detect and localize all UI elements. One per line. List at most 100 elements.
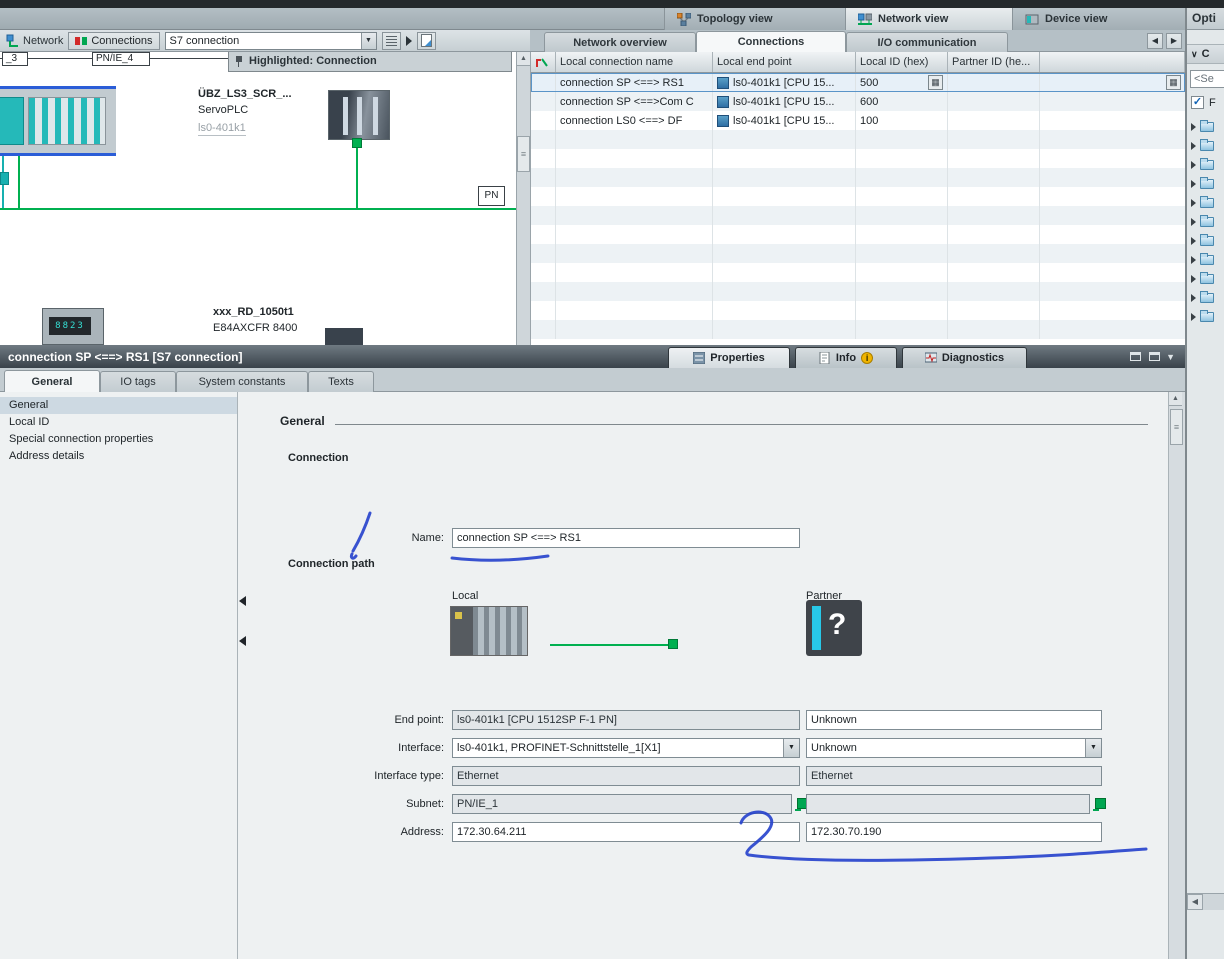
cell-picker-button[interactable]: ▦ bbox=[1166, 75, 1181, 90]
diagram-vertical-scrollbar[interactable]: ▲ ≡ bbox=[516, 52, 531, 345]
tab-topology-view[interactable]: Topology view bbox=[664, 8, 845, 30]
empty-row[interactable] bbox=[531, 225, 1185, 244]
catalog-folder-item[interactable] bbox=[1187, 250, 1224, 269]
empty-row[interactable] bbox=[531, 320, 1185, 339]
tab-io-communication[interactable]: I/O communication bbox=[846, 32, 1008, 52]
connection-row[interactable]: connection SP <==> RS1ls0-401k1 [CPU 15.… bbox=[531, 73, 1185, 92]
empty-row[interactable] bbox=[531, 244, 1185, 263]
subtab-system-constants[interactable]: System constants bbox=[176, 371, 308, 392]
local-address-input[interactable] bbox=[452, 822, 800, 842]
expand-arrow-icon[interactable] bbox=[1191, 123, 1196, 131]
pn-subnet-label[interactable]: PN bbox=[478, 186, 505, 206]
catalog-folder-item[interactable] bbox=[1187, 155, 1224, 174]
empty-row[interactable] bbox=[531, 206, 1185, 225]
subnet-label[interactable]: _3 bbox=[2, 52, 28, 66]
highlighted-connection-banner[interactable]: Highlighted: Connection bbox=[228, 52, 512, 72]
filter-checkbox[interactable]: ✓ bbox=[1191, 96, 1204, 109]
chevron-down-icon[interactable]: ▼ bbox=[361, 33, 376, 49]
device-name[interactable]: ÜBZ_LS3_SCR_... bbox=[198, 88, 292, 100]
tab-info[interactable]: Info i bbox=[795, 347, 897, 368]
subnet-label[interactable]: PN/IE_4 bbox=[92, 52, 150, 66]
partner-address-input[interactable] bbox=[806, 822, 1102, 842]
scroll-up-icon[interactable]: ▲ bbox=[1169, 392, 1182, 406]
catalog-folder-item[interactable] bbox=[1187, 117, 1224, 136]
connection-row[interactable]: connection SP <==>Com Cls0-401k1 [CPU 15… bbox=[531, 92, 1185, 111]
expand-arrow-icon[interactable] bbox=[1191, 275, 1196, 283]
catalog-folder-item[interactable] bbox=[1187, 136, 1224, 155]
empty-row[interactable] bbox=[531, 168, 1185, 187]
save-window-settings-button[interactable] bbox=[417, 32, 436, 50]
catalog-folder-item[interactable] bbox=[1187, 212, 1224, 231]
panel-menu-icon[interactable]: ▼ bbox=[1166, 352, 1175, 362]
expand-arrow-icon[interactable] bbox=[1191, 161, 1196, 169]
servo-plc-image[interactable] bbox=[328, 90, 390, 140]
column-header[interactable]: Partner ID (he... bbox=[948, 52, 1040, 72]
empty-row[interactable] bbox=[531, 187, 1185, 206]
scroll-left-icon[interactable]: ◀ bbox=[1187, 894, 1203, 910]
expand-arrow-icon[interactable] bbox=[1191, 313, 1196, 321]
empty-row[interactable] bbox=[531, 149, 1185, 168]
expand-arrow-icon[interactable] bbox=[1191, 218, 1196, 226]
subtab-texts[interactable]: Texts bbox=[308, 371, 374, 392]
catalog-folder-item[interactable] bbox=[1187, 307, 1224, 326]
expand-arrow-icon[interactable] bbox=[1191, 237, 1196, 245]
catalog-folder-item[interactable] bbox=[1187, 269, 1224, 288]
collapse-left-icon[interactable] bbox=[239, 596, 246, 606]
connection-type-select[interactable]: S7 connection ▼ bbox=[165, 32, 377, 50]
connections-filter-icon[interactable] bbox=[531, 52, 556, 72]
tab-scroll-left-icon[interactable]: ◀ bbox=[1147, 33, 1163, 49]
catalog-horizontal-scrollbar[interactable]: ◀ bbox=[1187, 893, 1224, 910]
partner-end-point-field[interactable]: Unknown bbox=[806, 710, 1102, 730]
pn-bus-line[interactable] bbox=[0, 208, 516, 210]
nav-item-general[interactable]: General bbox=[0, 397, 237, 414]
expand-arrow-icon[interactable] bbox=[1191, 256, 1196, 264]
subtab-general[interactable]: General bbox=[4, 370, 100, 392]
nav-item-local-id[interactable]: Local ID bbox=[0, 414, 237, 431]
plc-device-station[interactable] bbox=[0, 86, 116, 156]
catalog-folder-item[interactable] bbox=[1187, 193, 1224, 212]
content-vertical-scrollbar[interactable]: ▲ ≡ bbox=[1168, 392, 1185, 959]
expand-toolbar-icon[interactable] bbox=[406, 36, 412, 46]
subtab-io-tags[interactable]: IO tags bbox=[100, 371, 176, 392]
float-panel-icon[interactable] bbox=[1130, 352, 1141, 361]
tab-network-view[interactable]: Network view bbox=[845, 8, 1012, 30]
catalog-folder-item[interactable] bbox=[1187, 174, 1224, 193]
collapse-panel-icon[interactable] bbox=[1149, 352, 1160, 361]
tab-connections[interactable]: Connections bbox=[696, 31, 846, 52]
expand-arrow-icon[interactable] bbox=[1191, 180, 1196, 188]
highlight-connection-button[interactable] bbox=[382, 32, 401, 50]
tab-properties[interactable]: Properties bbox=[668, 347, 790, 368]
nav-item-special-connection-properties[interactable]: Special connection properties bbox=[0, 431, 237, 448]
empty-row[interactable] bbox=[531, 130, 1185, 149]
pn-port[interactable] bbox=[352, 138, 362, 148]
partner-interface-select[interactable]: Unknown ▼ bbox=[806, 738, 1102, 758]
connection-name-input[interactable] bbox=[452, 528, 800, 548]
column-header[interactable]: Local end point bbox=[713, 52, 856, 72]
tab-diagnostics[interactable]: Diagnostics bbox=[902, 347, 1027, 368]
catalog-section-header[interactable]: ∨ C bbox=[1187, 44, 1224, 64]
device-name[interactable]: xxx_RD_1050t1 bbox=[213, 306, 294, 318]
catalog-search-input[interactable]: <Se bbox=[1190, 70, 1224, 88]
empty-row[interactable] bbox=[531, 263, 1185, 282]
expand-arrow-icon[interactable] bbox=[1191, 199, 1196, 207]
catalog-folder-item[interactable] bbox=[1187, 288, 1224, 307]
chevron-down-icon[interactable]: ▼ bbox=[783, 739, 799, 757]
column-header[interactable]: Local connection name bbox=[556, 52, 713, 72]
connection-row[interactable]: connection LS0 <==> DFls0-401k1 [CPU 15.… bbox=[531, 111, 1185, 130]
chevron-down-icon[interactable]: ▼ bbox=[1085, 739, 1101, 757]
expand-arrow-icon[interactable] bbox=[1191, 294, 1196, 302]
network-diagram[interactable]: _3 PN/IE_4 PN/IE_5 Highlighted: Connecti… bbox=[0, 52, 516, 345]
scrollbar-thumb[interactable]: ≡ bbox=[1170, 409, 1183, 445]
tab-device-view[interactable]: Device view bbox=[1012, 8, 1185, 30]
connections-mode-button[interactable]: Connections bbox=[68, 32, 159, 50]
collapse-left-icon[interactable] bbox=[239, 636, 246, 646]
tab-scroll-right-icon[interactable]: ▶ bbox=[1166, 33, 1182, 49]
cell-picker-button[interactable]: ▦ bbox=[928, 75, 943, 90]
drive-device-image[interactable]: 8823 bbox=[42, 308, 104, 345]
tab-network-overview[interactable]: Network overview bbox=[544, 32, 696, 52]
network-mode-button[interactable]: Network bbox=[6, 34, 63, 47]
expand-arrow-icon[interactable] bbox=[1191, 142, 1196, 150]
catalog-folder-item[interactable] bbox=[1187, 231, 1224, 250]
scroll-up-icon[interactable]: ▲ bbox=[517, 52, 530, 66]
nav-item-address-details[interactable]: Address details bbox=[0, 448, 237, 465]
